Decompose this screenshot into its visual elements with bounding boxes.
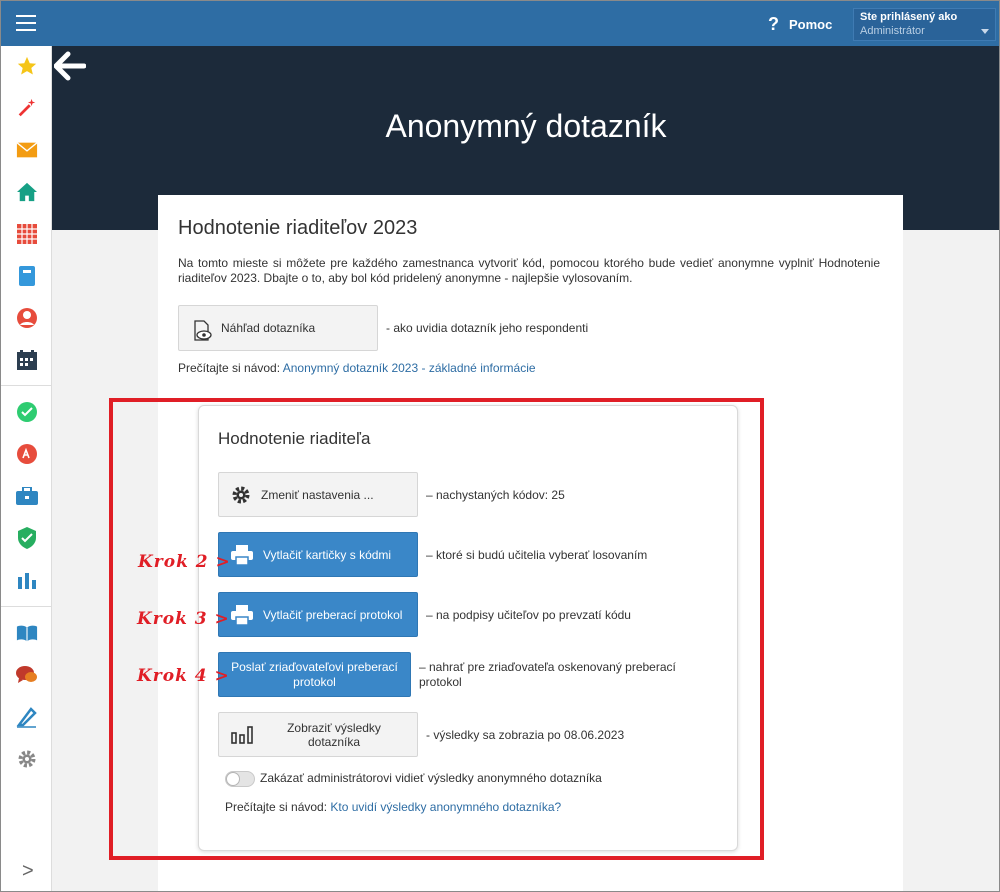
sidebar-expand-button[interactable]: > (22, 860, 34, 883)
print-protocol-label: Vytlačiť preberací protokol (263, 607, 403, 622)
sidebar: > (0, 46, 52, 892)
show-results-button[interactable]: Zobraziť výsledky dotazníka (218, 712, 418, 757)
help-label: Pomoc (789, 17, 833, 32)
sidebar-divider (0, 606, 52, 607)
user-caption: Ste prihlásený ako (860, 11, 958, 23)
hide-results-label: Zakázať administrátorovi vidieť výsledky… (260, 771, 602, 785)
settings-note: – nachystaných kódov: 25 (426, 488, 565, 502)
document-eye-icon (193, 319, 213, 345)
survey-title: Hodnotenie riaditeľov 2023 (178, 217, 418, 239)
send-protocol-note: – nahrať pre zriaďovateľa oskenovaný pre… (419, 660, 676, 689)
printer-icon (231, 544, 253, 565)
print-cards-label: Vytlačiť kartičky s kódmi (263, 547, 392, 562)
bar-chart-icon[interactable] (16, 569, 38, 591)
book-icon[interactable] (16, 622, 38, 644)
home-icon[interactable] (16, 181, 38, 203)
star-icon[interactable] (16, 55, 38, 77)
shield-check-icon[interactable] (16, 527, 38, 549)
results-guide-line: Prečítajte si návod: Kto uvidí výsledky … (225, 800, 561, 814)
calendar-grid-icon[interactable] (16, 223, 38, 245)
gear-icon (231, 485, 251, 505)
step-2-annotation: Krok 2 > (138, 552, 231, 572)
user-icon[interactable] (16, 307, 38, 329)
guide-line: Prečítajte si návod: Anonymný dotazník 2… (178, 361, 536, 375)
check-circle-icon[interactable] (16, 401, 38, 423)
help-icon: ? (768, 14, 779, 34)
change-settings-label: Zmeniť nastavenia ... (261, 487, 374, 502)
print-protocol-button[interactable]: Vytlačiť preberací protokol (218, 592, 418, 637)
step-3-annotation: Krok 3 > (137, 609, 230, 629)
top-bar: ? Pomoc Ste prihlásený ako Administrátor (0, 0, 1000, 46)
print-protocol-note: – na podpisy učiteľov po prevzatí kódu (426, 608, 631, 622)
briefcase-icon[interactable] (16, 485, 38, 507)
bar-chart-icon (231, 725, 253, 744)
step-4-annotation: Krok 4 > (137, 666, 230, 686)
sidebar-divider (0, 385, 52, 386)
results-note: - výsledky sa zobrazia po 08.06.2023 (426, 728, 625, 742)
preview-button-label: Náhľad dotazníka (221, 321, 316, 335)
results-guide-prefix: Prečítajte si návod: (225, 800, 328, 814)
page-title: Anonymný dotazník (385, 108, 667, 144)
envelope-icon[interactable] (16, 139, 38, 161)
send-protocol-button[interactable]: Poslať zriaďovateľovi preberací protokol (218, 652, 411, 697)
chevron-down-icon (981, 29, 989, 34)
preview-button[interactable]: Náhľad dotazníka (178, 305, 378, 351)
preview-note: - ako uvidia dotazník jeho respondenti (386, 321, 589, 335)
show-results-label: Zobraziť výsledky dotazníka (287, 720, 381, 749)
panel-title: Hodnotenie riaditeľa (218, 429, 371, 448)
survey-description: Na tomto mieste si môžete pre každého za… (178, 256, 880, 285)
guide-link[interactable]: Anonymný dotazník 2023 - základné inform… (283, 361, 536, 375)
user-role: Administrátor (860, 25, 925, 37)
print-cards-button[interactable]: Vytlačiť kartičky s kódmi (218, 532, 418, 577)
pen-icon[interactable] (16, 706, 38, 728)
print-cards-note: – ktoré si budú učitelia vyberať losovan… (426, 548, 648, 562)
guide-prefix: Prečítajte si návod: (178, 361, 281, 375)
chat-icon[interactable] (16, 664, 38, 686)
grade-icon[interactable] (16, 443, 38, 465)
change-settings-button[interactable]: Zmeniť nastavenia ... (218, 472, 418, 517)
back-arrow-icon[interactable] (53, 50, 87, 82)
magic-wand-icon[interactable] (16, 97, 38, 119)
toggle-knob (226, 772, 240, 786)
gear-icon[interactable] (16, 748, 38, 770)
hide-results-toggle[interactable] (225, 771, 255, 787)
help-link[interactable]: ? Pomoc (768, 14, 832, 35)
schedule-icon[interactable] (16, 349, 38, 371)
results-guide-link[interactable]: Kto uvidí výsledky anonymného dotazníka? (330, 800, 561, 814)
user-dropdown[interactable]: Ste prihlásený ako Administrátor (853, 8, 996, 41)
notebook-icon[interactable] (16, 265, 38, 287)
send-protocol-label: Poslať zriaďovateľovi preberací protokol (231, 659, 398, 689)
printer-icon (231, 604, 253, 625)
menu-icon[interactable] (16, 15, 36, 31)
